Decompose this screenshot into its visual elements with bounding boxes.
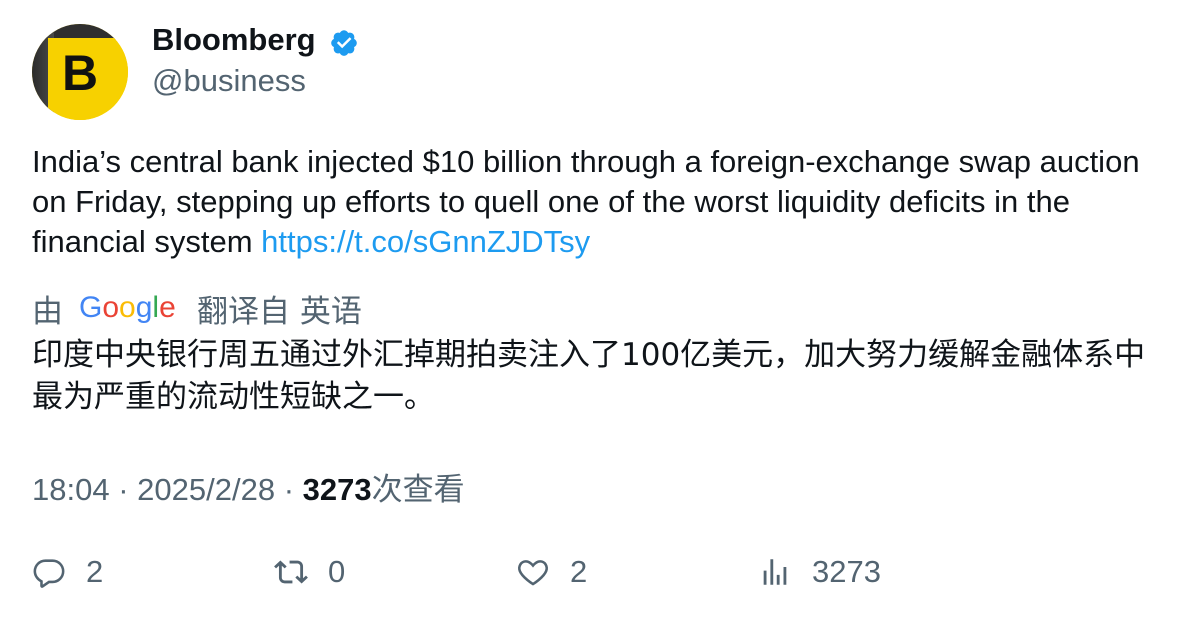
translation-prefix: 由 — [32, 293, 63, 330]
account-handle[interactable]: @business — [152, 63, 306, 99]
verified-badge-icon — [331, 30, 357, 56]
retweet-icon — [274, 560, 308, 584]
analytics-icon — [763, 559, 787, 585]
svg-text:Google: Google — [79, 291, 176, 324]
view-count-label: 次查看 — [371, 472, 465, 507]
retweet-count: 0 — [328, 554, 346, 589]
tweet-time[interactable]: 18:04 — [32, 472, 110, 507]
translated-text: 印度中央银行周五通过外汇掉期拍卖注入了100亿美元，加大努力缓解金融体系中最为严… — [32, 337, 1146, 415]
account-name[interactable]: Bloomberg — [152, 22, 316, 58]
heart-icon — [518, 560, 548, 586]
action-bar: 2 0 2 3273 — [0, 550, 1196, 596]
translation-attribution: 由 Google 翻译自 英语 — [32, 286, 362, 331]
reply-icon — [33, 559, 65, 588]
tweet-text: India’s central bank injected $10 billio… — [32, 142, 1182, 262]
reply-count: 2 — [86, 554, 104, 589]
avatar-logo-letter: B — [62, 45, 99, 101]
views-button[interactable]: 3273 — [758, 554, 881, 590]
like-count: 2 — [570, 554, 588, 589]
avatar[interactable]: B — [32, 24, 128, 120]
reply-button[interactable]: 2 — [32, 554, 103, 590]
tweet-date[interactable]: 2025/2/28 — [137, 472, 275, 507]
meta-separator-2: · — [283, 472, 295, 507]
translation-label[interactable]: 翻译自 英语 — [197, 286, 362, 331]
google-logo-icon: Google — [79, 288, 177, 328]
like-button[interactable]: 2 — [516, 554, 587, 590]
views-count: 3273 — [812, 554, 881, 589]
view-count: 3273 — [302, 472, 372, 507]
meta-separator: · — [118, 472, 129, 507]
tweet-link[interactable]: https://t.co/sGnnZJDTsy — [261, 224, 590, 259]
retweet-button[interactable]: 0 — [274, 554, 345, 590]
tweet-meta: 18:04 · 2025/2/28 · 3273次查看 — [32, 464, 465, 509]
